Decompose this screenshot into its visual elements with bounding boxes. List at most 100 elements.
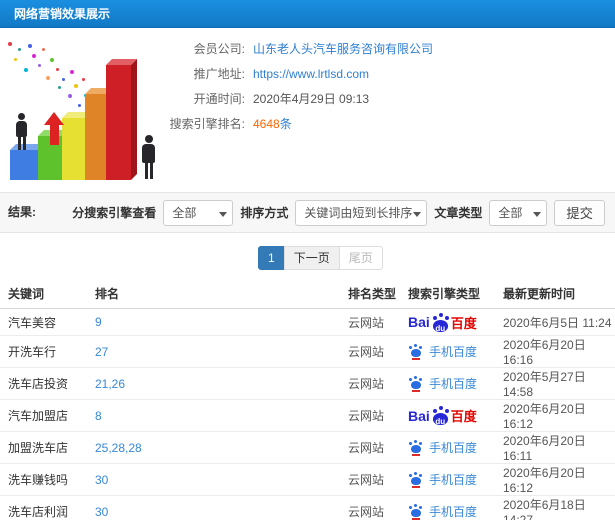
rank-type-cell: 云网站 — [340, 335, 400, 368]
page: 网络营销效果展示 会员公司: 山东老人头汽车服务咨询有限公司 推广地址: htt… — [0, 0, 615, 520]
keyword-rank-table: 关键词 排名 排名类型 搜索引擎类型 最新更新时间 汽车美容 9 云网站 Bai… — [0, 281, 615, 520]
pagination: 1 下一页 尾页 — [258, 246, 383, 270]
rank-cell[interactable]: 25,28,28 — [87, 431, 340, 464]
rank-cell[interactable]: 21,26 — [87, 367, 340, 400]
keyword-cell: 汽车加盟店 — [0, 399, 87, 432]
businessman-watching — [142, 135, 155, 179]
growth-arrow-icon — [44, 112, 64, 145]
col-keyword: 关键词 — [0, 281, 87, 309]
last-page-button[interactable]: 尾页 — [338, 246, 383, 270]
mobile-baidu-paw-icon — [408, 439, 423, 456]
promo-url-row: 推广地址: https://www.lrtlsd.com — [160, 61, 433, 86]
table-row: 汽车加盟店 8 云网站 Bai du 百度 2020年6月20日 16:12 — [0, 399, 615, 432]
mobile-baidu-logo: 手机百度 — [408, 503, 495, 520]
updated-cell: 2020年6月5日 11:24 — [495, 308, 615, 336]
engine-rank-label: 搜索引擎排名: — [169, 117, 245, 131]
mobile-baidu-logo: 手机百度 — [408, 343, 495, 360]
updated-cell: 2020年6月18日 14:27 — [495, 495, 615, 520]
rank-cell[interactable]: 27 — [87, 335, 340, 368]
rank-cell[interactable]: 30 — [87, 495, 340, 520]
next-page-button[interactable]: 下一页 — [283, 246, 340, 270]
keyword-cell: 洗车店利润 — [0, 495, 87, 520]
rank-cell[interactable]: 8 — [87, 399, 340, 432]
col-updated: 最新更新时间 — [495, 281, 615, 309]
rank-cell[interactable]: 9 — [87, 308, 340, 336]
page-title: 网络营销效果展示 — [14, 7, 111, 21]
chevron-down-icon — [219, 211, 228, 217]
mobile-baidu-paw-icon — [408, 503, 423, 520]
result-label: 结果: — [8, 205, 36, 219]
engine-cell: Bai du 百度 — [400, 308, 495, 336]
table-row: 开洗车行 27 云网站 手机百度 2020年6月20日 16:16 — [0, 335, 615, 368]
engine-cell: 手机百度 — [400, 431, 495, 464]
table-row: 汽车美容 9 云网站 Bai du 百度 2020年6月5日 11:24 — [0, 308, 615, 336]
engine-cell: 手机百度 — [400, 367, 495, 400]
engine-cell: 手机百度 — [400, 495, 495, 520]
engine-filter-select[interactable]: 全部 — [163, 199, 234, 226]
mobile-baidu-paw-icon — [408, 343, 423, 360]
col-rank: 排名 — [87, 281, 340, 309]
engine-cell: 手机百度 — [400, 463, 495, 496]
open-time-value: 2020年4月29日 09:13 — [253, 92, 370, 106]
col-engine-type: 搜索引擎类型 — [400, 281, 495, 309]
updated-cell: 2020年6月20日 16:16 — [495, 335, 615, 368]
engine-cell: Bai du 百度 — [400, 399, 495, 432]
rank-type-cell: 云网站 — [340, 399, 400, 432]
submit-button[interactable]: 提交 — [554, 199, 605, 226]
updated-cell: 2020年5月27日 14:58 — [495, 367, 615, 400]
baidu-paw-icon: du — [431, 312, 450, 333]
engine-cell: 手机百度 — [400, 335, 495, 368]
member-info-panel: 会员公司: 山东老人头汽车服务咨询有限公司 推广地址: https://www.… — [160, 36, 433, 136]
chevron-down-icon — [533, 211, 542, 217]
engine-rank-row: 搜索引擎排名: 4648条 — [160, 111, 433, 136]
article-type-label: 文章类型 — [434, 206, 483, 220]
businessman-on-bar — [16, 113, 27, 150]
sort-label: 排序方式 — [240, 206, 289, 220]
rank-type-cell: 云网站 — [340, 495, 400, 520]
rank-type-cell: 云网站 — [340, 308, 400, 336]
mobile-baidu-logo: 手机百度 — [408, 471, 495, 488]
bar-red — [106, 65, 131, 180]
company-link[interactable]: 山东老人头汽车服务咨询有限公司 — [253, 40, 433, 57]
mobile-baidu-paw-icon — [408, 375, 423, 392]
member-company-row: 会员公司: 山东老人头汽车服务咨询有限公司 — [160, 36, 433, 61]
keyword-cell: 洗车店投资 — [0, 367, 87, 400]
updated-cell: 2020年6月20日 16:12 — [495, 399, 615, 432]
page-1-button[interactable]: 1 — [258, 246, 285, 270]
mobile-baidu-paw-icon — [408, 471, 423, 488]
rank-type-cell: 云网站 — [340, 431, 400, 464]
engine-filter-label: 分搜索引擎查看 — [72, 206, 157, 220]
baidu-logo: Bai du 百度 — [408, 312, 477, 333]
table-row: 洗车店利润 30 云网站 手机百度 2020年6月18日 14:27 — [0, 495, 615, 520]
marketing-chart-illustration — [2, 38, 178, 190]
rank-type-cell: 云网站 — [340, 463, 400, 496]
table-row: 加盟洗车店 25,28,28 云网站 手机百度 2020年6月20日 16:11 — [0, 431, 615, 464]
table-header-row: 关键词 排名 排名类型 搜索引擎类型 最新更新时间 — [0, 281, 615, 309]
sort-select[interactable]: 关键词由短到长排序 — [295, 199, 428, 226]
promo-url-link[interactable]: https://www.lrtlsd.com — [253, 67, 369, 81]
mobile-baidu-logo: 手机百度 — [408, 439, 495, 456]
open-time-label: 开通时间: — [193, 92, 245, 106]
engine-rank-count: 4648 — [253, 117, 280, 131]
keyword-cell: 加盟洗车店 — [0, 431, 87, 464]
updated-cell: 2020年6月20日 16:11 — [495, 431, 615, 464]
baidu-logo: Bai du 百度 — [408, 406, 477, 426]
chevron-down-icon — [413, 211, 422, 217]
keyword-cell: 开洗车行 — [0, 335, 87, 368]
keyword-cell: 洗车赚钱吗 — [0, 463, 87, 496]
rank-cell[interactable]: 30 — [87, 463, 340, 496]
mobile-baidu-logo: 手机百度 — [408, 375, 495, 392]
open-time-row: 开通时间: 2020年4月29日 09:13 — [160, 86, 433, 111]
article-type-select[interactable]: 全部 — [489, 199, 548, 226]
promo-url-label: 推广地址: — [193, 67, 245, 81]
col-rank-type: 排名类型 — [340, 281, 400, 309]
filter-bar: 结果: 分搜索引擎查看 全部 排序方式 关键词由短到长排序 文章类型 全部 提交 — [0, 192, 615, 233]
top-header-bar: 网络营销效果展示 — [0, 0, 615, 28]
engine-rank-unit: 条 — [279, 117, 292, 131]
baidu-paw-icon: du — [431, 406, 450, 426]
table-row: 洗车赚钱吗 30 云网站 手机百度 2020年6月20日 16:12 — [0, 463, 615, 496]
keyword-cell: 汽车美容 — [0, 308, 87, 336]
rank-type-cell: 云网站 — [340, 367, 400, 400]
updated-cell: 2020年6月20日 16:12 — [495, 463, 615, 496]
company-label: 会员公司: — [193, 42, 245, 56]
